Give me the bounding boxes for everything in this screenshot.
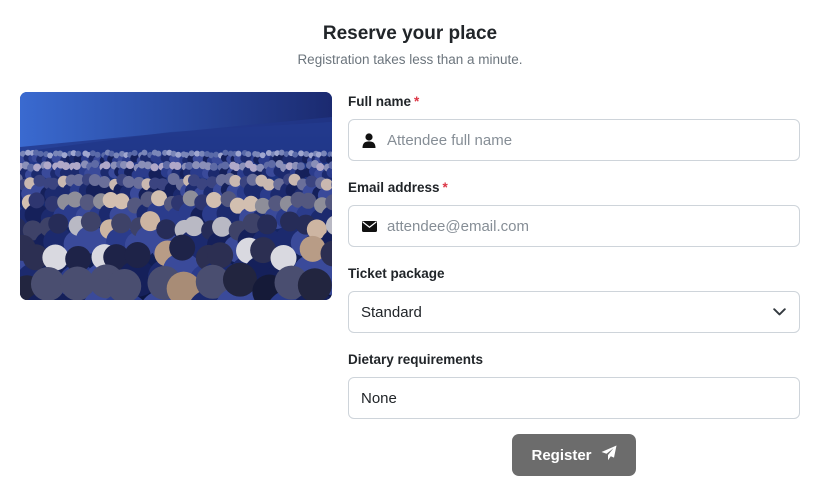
email-group: Email address *: [348, 178, 800, 264]
required-mark: *: [414, 94, 420, 109]
page-title: Reserve your place: [322, 23, 498, 44]
ticket-select[interactable]: Standard: [348, 291, 800, 333]
dietary-group: Dietary requirements: [348, 350, 800, 436]
form-header: Reserve your place Registration takes le…: [0, 22, 820, 69]
ticket-label: Ticket package: [348, 266, 445, 281]
email-control: [348, 205, 800, 247]
required-mark: *: [442, 180, 448, 195]
register-button[interactable]: Register: [512, 434, 636, 476]
full-name-group: Full name *: [348, 92, 800, 178]
email-label: Email address *: [348, 180, 448, 195]
user-icon: [349, 132, 387, 148]
registration-form: Full name* Email address* Ticket package…: [348, 92, 800, 436]
full-name-control: [348, 119, 800, 161]
dietary-label: Dietary requirements: [348, 352, 484, 367]
page-subtitle: Registration takes less than a minute.: [297, 52, 523, 67]
paper-plane-icon: [601, 445, 617, 465]
submit-row: Register: [512, 434, 636, 476]
full-name-input[interactable]: [387, 120, 799, 160]
register-button-label: Register: [531, 446, 592, 464]
email-input[interactable]: [387, 206, 799, 246]
dietary-input[interactable]: [349, 378, 799, 418]
audience-photo: [20, 92, 332, 300]
ticket-selected-value: Standard: [361, 303, 422, 321]
envelope-icon: [349, 220, 387, 232]
audience-illustration: [20, 92, 332, 300]
chevron-down-icon: [759, 308, 799, 316]
full-name-label: Full name *: [348, 94, 420, 109]
ticket-group: Ticket package Standard: [348, 264, 800, 350]
dietary-control: [348, 377, 800, 419]
